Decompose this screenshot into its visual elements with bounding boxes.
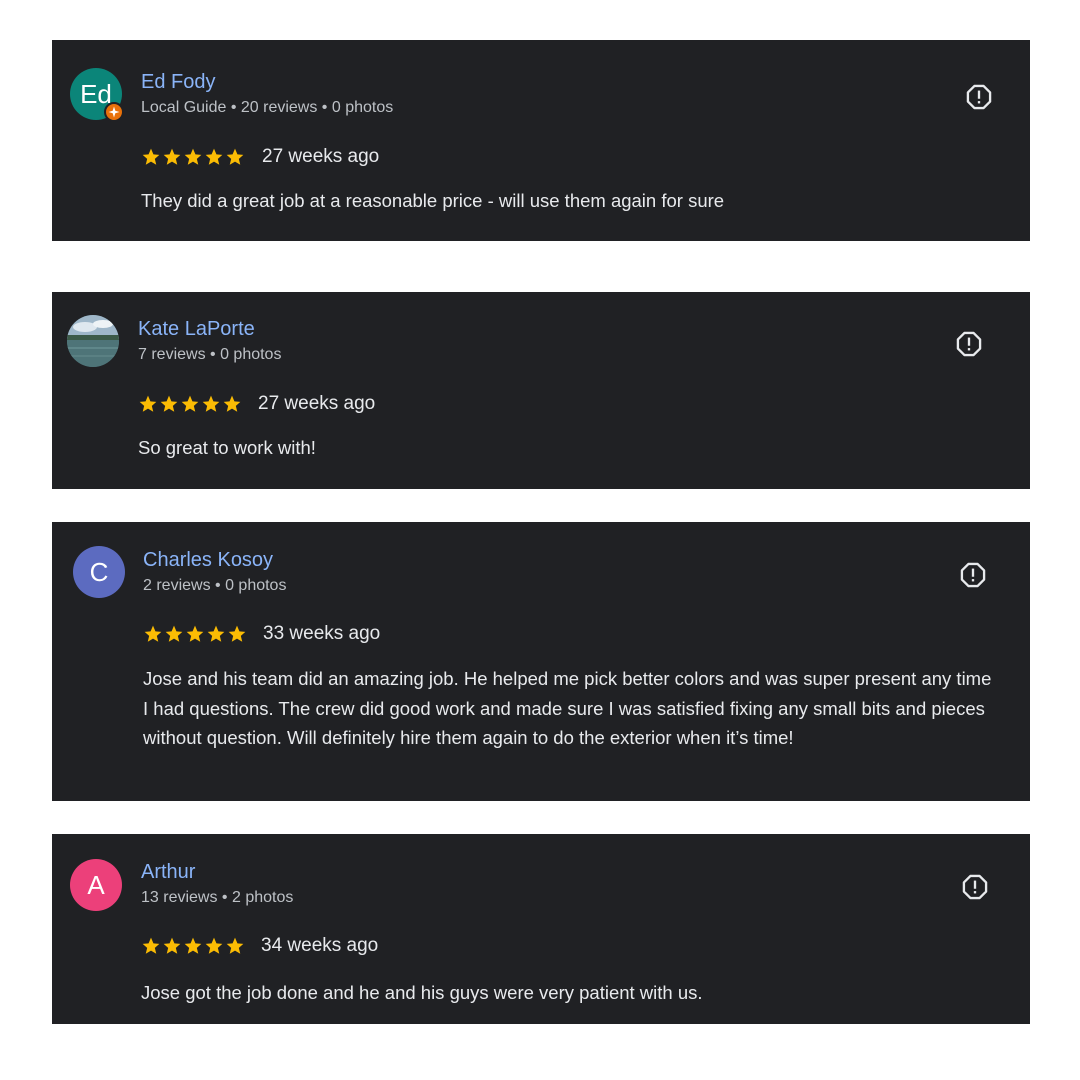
reviewer-name[interactable]: Kate LaPorte: [138, 317, 255, 341]
star-icon: [142, 148, 160, 165]
review-text: So great to work with!: [138, 437, 316, 458]
avatar-photo-icon: [67, 315, 119, 367]
star-rating: [138, 393, 242, 415]
local-guide-badge-icon: [104, 102, 124, 122]
avatar[interactable]: [67, 315, 119, 367]
reviewer-meta: Local Guide • 20 reviews • 0 photos: [141, 99, 394, 116]
star-icon: [202, 395, 220, 412]
star-icon: [142, 937, 160, 954]
reviewer-name[interactable]: Charles Kosoy: [143, 548, 273, 572]
star-icon: [144, 625, 162, 642]
star-icon: [205, 937, 223, 954]
avatar[interactable]: A: [70, 859, 122, 911]
star-icon: [139, 395, 157, 412]
review-card: A Arthur 13 reviews • 2 photos 34 weeks …: [52, 834, 1030, 1024]
star-icon: [205, 148, 223, 165]
reviewer-meta: 7 reviews • 0 photos: [138, 346, 282, 363]
review-card: Ed Ed Fody Local Guide • 20 reviews • 0 …: [52, 40, 1030, 241]
review-text: Jose got the job done and he and his guy…: [141, 982, 703, 1003]
star-icon: [184, 148, 202, 165]
star-icon: [228, 625, 246, 642]
review-time: 33 weeks ago: [263, 623, 381, 644]
avatar-initials: C: [89, 557, 109, 587]
reviewer-name[interactable]: Arthur: [141, 860, 195, 884]
reviewer-meta: 2 reviews • 0 photos: [143, 577, 287, 594]
review-time: 27 weeks ago: [262, 146, 380, 167]
avatar[interactable]: C: [73, 546, 125, 598]
reviewer-name[interactable]: Ed Fody: [141, 70, 215, 94]
star-icon: [165, 625, 183, 642]
star-icon: [163, 148, 181, 165]
review-text: They did a great job at a reasonable pri…: [141, 190, 725, 211]
star-icon: [186, 625, 204, 642]
reviewer-meta: 13 reviews • 2 photos: [141, 889, 294, 906]
review-text: Jose and his team did an amazing job. He…: [143, 668, 992, 748]
avatar[interactable]: Ed: [70, 68, 124, 122]
star-icon: [223, 395, 241, 412]
report-flag-icon[interactable]: [958, 560, 988, 590]
star-rating: [143, 623, 247, 645]
star-icon: [226, 148, 244, 165]
review-card: Kate LaPorte 7 reviews • 0 photos 27 wee…: [52, 292, 1030, 489]
avatar-initials: A: [87, 870, 105, 900]
report-flag-icon[interactable]: [960, 872, 990, 902]
review-card: C Charles Kosoy 2 reviews • 0 photos 33 …: [52, 522, 1030, 801]
star-icon: [184, 937, 202, 954]
review-time: 27 weeks ago: [258, 393, 376, 414]
star-rating: [141, 935, 245, 957]
report-flag-icon[interactable]: [954, 329, 984, 359]
star-icon: [163, 937, 181, 954]
report-flag-icon[interactable]: [964, 82, 994, 112]
star-rating: [141, 146, 245, 168]
star-icon: [181, 395, 199, 412]
star-icon: [226, 937, 244, 954]
review-time: 34 weeks ago: [261, 935, 379, 956]
star-icon: [207, 625, 225, 642]
star-icon: [160, 395, 178, 412]
